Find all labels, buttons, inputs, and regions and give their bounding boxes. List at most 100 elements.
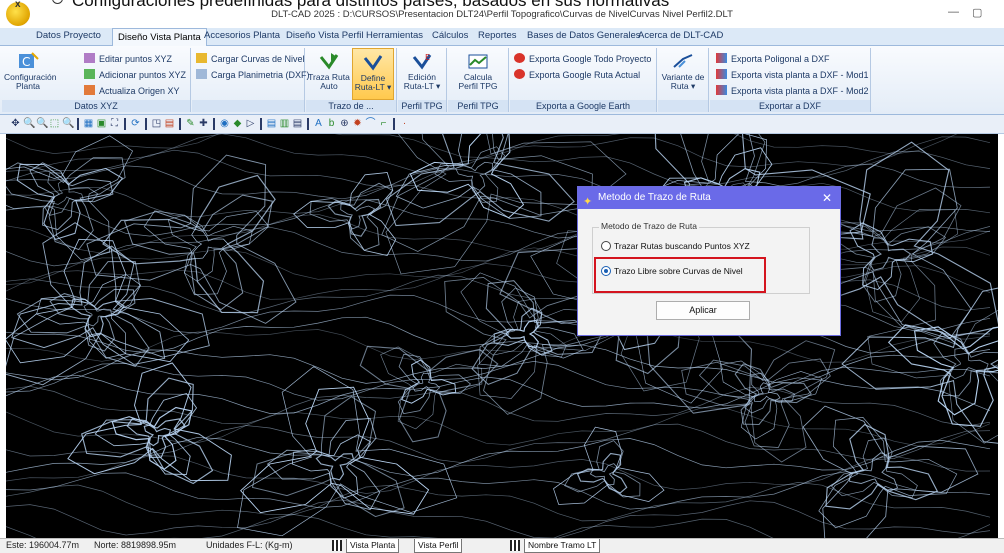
google-ruta-button[interactable]: Exporta Google Ruta Actual [514,68,640,82]
group-google: Exporta Google Todo Proyecto Exporta Goo… [510,48,657,112]
tab-diseno-vista-perfil[interactable]: Diseño Vista Perfil [286,30,363,44]
toolbar-tool-icon[interactable]: ▷ [245,118,256,129]
dxf-export-icon [716,69,727,79]
toolbar-tool-icon[interactable]: ▤ [292,118,303,129]
group-label-datos-xyz: Datos XYZ [2,100,190,112]
tab-datos-proyecto[interactable]: Datos Proyecto [36,30,101,44]
toolbar-tool-icon[interactable]: A [313,118,324,129]
edit-route-icon: E [412,53,432,70]
toolbar-tool-icon[interactable]: ▤ [266,118,277,129]
contour-line [94,392,198,475]
dxf-export-icon [716,85,727,95]
group-dxf: Exporta Poligonal a DXF Exporta vista pl… [710,48,871,112]
toolbar-tool-icon[interactable]: ⌐ [378,118,389,129]
tab-acerca[interactable]: Acerca de DLT-CAD [638,30,723,44]
radio-option-puntos[interactable]: Trazar Rutas buscando Puntos XYZ [601,241,750,251]
highlight-box [594,257,766,293]
status-este: Este: 196004.77m [6,540,80,550]
define-ruta-button[interactable]: Define Ruta-LT ▾ [352,48,394,100]
status-unidades: Unidades F-L: (Kg-m) [206,540,293,550]
toolbar-tool-icon[interactable]: ⊕ [339,118,350,129]
group-trazo: Traza Ruta Auto Define Ruta-LT ▾ Trazo d… [306,48,397,112]
toolbar-separator [213,118,215,130]
toolbar-tool-icon[interactable]: 🔍 [23,118,35,129]
tab-vista-perfil[interactable]: Vista Perfil [414,539,463,553]
tramo-scroll-icon[interactable] [510,540,520,551]
tab-diseno-vista-planta[interactable]: Diseño Vista Planta [112,28,207,46]
toolbar-tool-icon[interactable]: ◳ [151,118,162,129]
toolbar-tool-icon[interactable]: ◆ [232,118,243,129]
group-label-dxf: Exportar a DXF [710,100,870,112]
toolbar-tool-icon[interactable]: ✥ [10,118,21,129]
toolbar-tool-icon[interactable]: ▥ [279,118,290,129]
tab-vista-planta[interactable]: Vista Planta [346,539,400,553]
toolbar-tool-icon[interactable]: · [399,118,410,129]
group-variante: Variante de Ruta ▾ [658,48,709,112]
contour-line [867,309,998,444]
export-mod2-button[interactable]: Exporta vista planta a DXF - Mod2 [716,84,869,98]
toolbar-separator [179,118,181,130]
toolbar-tool-icon[interactable]: ⌒ [365,118,376,129]
traza-ruta-auto-button[interactable]: Traza Ruta Auto [308,48,350,91]
toolbar-tool-icon[interactable]: 🔍 [62,118,74,129]
ribbon: C Configuración Planta Editar puntos XYZ… [0,46,1004,115]
variante-ruta-button[interactable]: Variante de Ruta ▾ [660,48,706,91]
variant-icon [673,54,693,68]
toolbar-tool-icon[interactable]: ▣ [96,118,107,129]
status-norte: Norte: 8819898.95m [94,540,177,550]
export-mod1-button[interactable]: Exporta vista planta a DXF - Mod1 [716,68,869,82]
tab-nombre-tramo[interactable]: Nombre Tramo LT [524,539,601,553]
tab-bases-datos[interactable]: Bases de Datos Generales [527,30,641,44]
toolbar: ✥ 🔍 🔍 ⬚ 🔍 ▦ ▣ ⛶ ⟳ ◳ ▤ ✎ ✚ ◉ ◆ ▷ ▤ ▥ ▤ Ab ⊕ ✹ ⌒ ⌐ · [0,115,1004,134]
group-calcula: Calcula Perfil TPG Perfil TPG [448,48,509,112]
toolbar-tool-icon[interactable]: ⟳ [130,118,141,129]
toolbar-separator [77,118,79,130]
tab-scroll-icon[interactable] [332,540,342,551]
app-logo-icon[interactable]: x [6,0,30,26]
toolbar-tool-icon[interactable]: ▦ [83,118,94,129]
tab-reportes[interactable]: Reportes [478,30,517,44]
actualiza-origen-button[interactable]: Actualiza Origen XY [84,84,180,98]
adicionar-puntos-button[interactable]: Adicionar puntos XYZ [84,68,186,82]
edicion-ruta-button[interactable]: E Edición Ruta-LT ▾ [400,48,444,91]
toolbar-tool-icon[interactable]: 🔍 [36,118,48,129]
cargar-curvas-button[interactable]: Cargar Curvas de Nivel [196,52,305,66]
route-auto-icon [319,53,339,70]
minimize-button[interactable]: — [948,6,959,18]
toolbar-separator [393,118,395,130]
tab-herramientas[interactable]: Herramientas [366,30,423,44]
toolbar-tool-icon[interactable]: b [326,118,337,129]
toolbar-tool-icon[interactable]: ⛶ [109,118,120,129]
google-earth-icon [514,53,525,63]
dxf-icon [196,69,207,79]
dialog-close-button[interactable]: ✕ [822,187,832,209]
carga-planimetria-button[interactable]: Carga Planimetria (DXF) [196,68,310,82]
contour-map-canvas[interactable] [6,134,998,538]
toolbar-tool-icon[interactable]: ⬚ [49,118,60,129]
tab-calculos[interactable]: Cálculos [432,30,468,44]
toolbar-tool-icon[interactable]: ✚ [198,118,209,129]
toolbar-separator [145,118,147,130]
contour-line [293,172,397,256]
apply-button[interactable]: Aplicar [656,301,750,320]
toolbar-tool-icon[interactable]: ✎ [185,118,196,129]
google-todo-button[interactable]: Exporta Google Todo Proyecto [514,52,651,66]
radio-icon[interactable] [601,241,611,251]
editar-puntos-button[interactable]: Editar puntos XYZ [84,52,172,66]
contour-line [6,163,991,204]
tab-accesorios-planta[interactable]: Accesorios Planta [204,30,280,44]
toolbar-separator [307,118,309,130]
add-points-icon [84,69,95,79]
contour-line [237,366,458,537]
contour-line [6,135,134,261]
toolbar-tool-icon[interactable]: ◉ [219,118,230,129]
restore-button[interactable]: ▢ [972,6,982,19]
config-planta-button[interactable]: C Configuración Planta [4,48,56,91]
toolbar-separator [124,118,126,130]
contour-line [6,471,991,510]
contour-line [385,134,575,227]
toolbar-tool-icon[interactable]: ✹ [352,118,363,129]
export-poligonal-button[interactable]: Exporta Poligonal a DXF [716,52,830,66]
toolbar-tool-icon[interactable]: ▤ [164,118,175,129]
calcula-perfil-button[interactable]: Calcula Perfil TPG [454,48,502,91]
